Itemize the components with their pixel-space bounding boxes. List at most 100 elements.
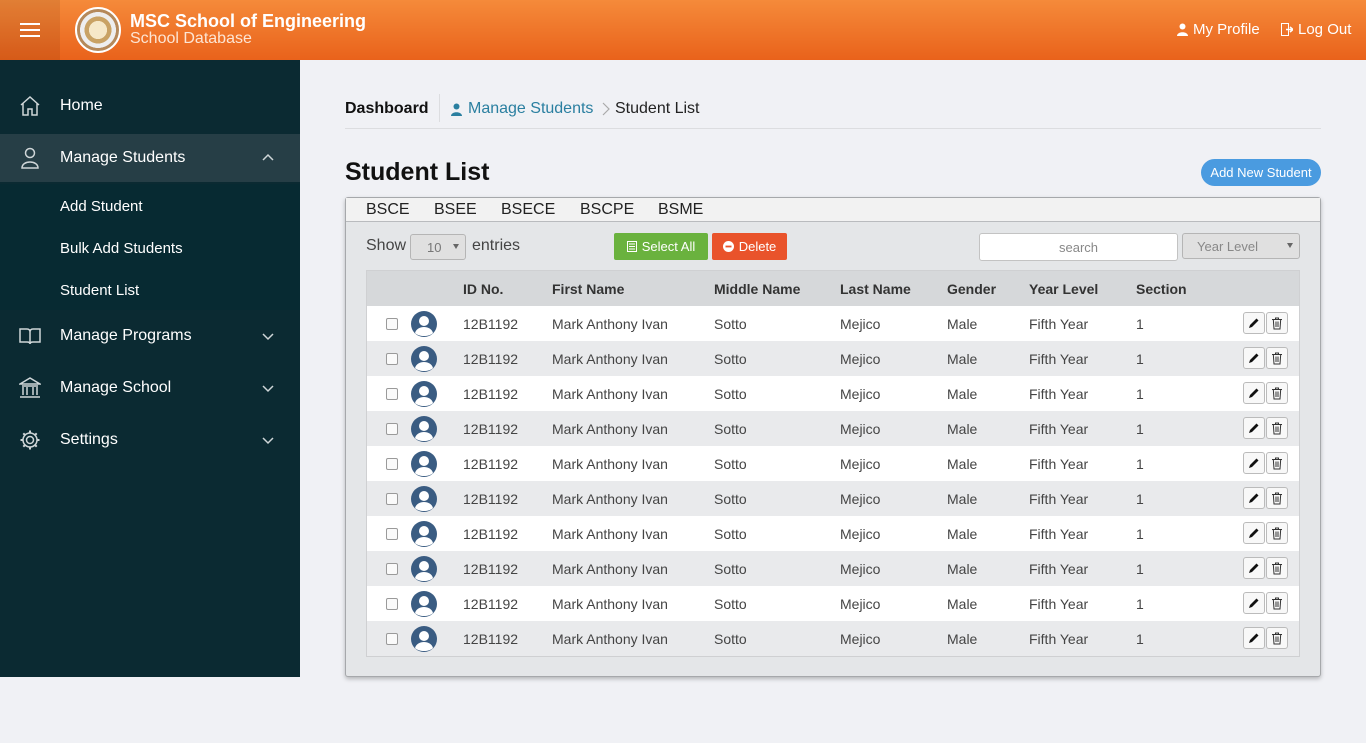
row-checkbox[interactable] — [386, 388, 398, 400]
my-profile-link[interactable]: My Profile — [1177, 21, 1260, 38]
row-checkbox[interactable] — [386, 423, 398, 435]
column-middle-name[interactable]: Middle Name — [714, 281, 800, 297]
delete-row-button[interactable] — [1266, 312, 1288, 334]
trash-icon — [1271, 457, 1283, 470]
avatar-icon — [411, 416, 437, 442]
row-checkbox[interactable] — [386, 598, 398, 610]
sidebar-subitem-add-student[interactable]: Add Student — [60, 198, 143, 215]
pencil-icon — [1248, 317, 1260, 329]
sidebar-item-manage-programs[interactable]: Manage Programs — [0, 312, 300, 360]
cell-gender: Male — [947, 421, 978, 437]
cell-section: 1 — [1136, 456, 1144, 472]
cell-id: 12B1192 — [463, 491, 519, 507]
column-section[interactable]: Section — [1136, 281, 1187, 297]
entries-per-page-select[interactable]: 10 — [410, 234, 466, 260]
cell-year-level: Fifth Year — [1029, 456, 1089, 472]
row-checkbox[interactable] — [386, 493, 398, 505]
sidebar-item-home[interactable]: Home — [0, 82, 300, 130]
column-last-name[interactable]: Last Name — [840, 281, 911, 297]
cell-year-level: Fifth Year — [1029, 316, 1089, 332]
edit-button[interactable] — [1243, 347, 1265, 369]
edit-button[interactable] — [1243, 592, 1265, 614]
delete-row-button[interactable] — [1266, 417, 1288, 439]
table-row: 12B1192 Mark Anthony Ivan Sotto Mejico Male F… — [367, 586, 1299, 621]
hamburger-icon — [20, 23, 40, 37]
cell-gender: Male — [947, 596, 978, 612]
row-checkbox[interactable] — [386, 528, 398, 540]
breadcrumb-dashboard[interactable]: Dashboard — [345, 100, 429, 118]
search-input[interactable] — [979, 233, 1178, 261]
row-checkbox[interactable] — [386, 353, 398, 365]
breadcrumb-manage-students[interactable]: Manage Students — [451, 100, 593, 118]
pencil-icon — [1248, 387, 1260, 399]
show-label: Show — [366, 237, 407, 254]
cell-year-level: Fifth Year — [1029, 631, 1089, 647]
tab-bsme[interactable]: BSME — [658, 201, 703, 219]
user-icon — [451, 103, 462, 116]
delete-row-button[interactable] — [1266, 557, 1288, 579]
logout-link[interactable]: Log Out — [1281, 21, 1351, 38]
cell-section: 1 — [1136, 351, 1144, 367]
edit-button[interactable] — [1243, 627, 1265, 649]
delete-button[interactable]: Delete — [712, 233, 787, 260]
sidebar-item-manage-school[interactable]: Manage School — [0, 364, 300, 412]
row-checkbox[interactable] — [386, 633, 398, 645]
cell-section: 1 — [1136, 631, 1144, 647]
column-year-level[interactable]: Year Level — [1029, 281, 1098, 297]
delete-row-button[interactable] — [1266, 522, 1288, 544]
sidebar-subitem-student-list[interactable]: Student List — [60, 282, 139, 299]
edit-button[interactable] — [1243, 522, 1265, 544]
edit-button[interactable] — [1243, 382, 1265, 404]
cell-gender: Male — [947, 631, 978, 647]
trash-icon — [1271, 352, 1283, 365]
delete-row-button[interactable] — [1266, 382, 1288, 404]
column-gender[interactable]: Gender — [947, 281, 996, 297]
tab-bsce[interactable]: BSCE — [366, 201, 410, 219]
entries-value: 10 — [427, 239, 442, 255]
trash-icon — [1271, 492, 1283, 505]
edit-button[interactable] — [1243, 487, 1265, 509]
delete-row-button[interactable] — [1266, 347, 1288, 369]
app-subtitle: School Database — [130, 30, 252, 47]
edit-button[interactable] — [1243, 452, 1265, 474]
tab-bscpe[interactable]: BSCPE — [580, 201, 634, 219]
book-icon — [19, 328, 41, 345]
table-row: 12B1192 Mark Anthony Ivan Sotto Mejico Male F… — [367, 411, 1299, 446]
year-level-select[interactable]: Year Level — [1182, 233, 1300, 259]
row-checkbox[interactable] — [386, 563, 398, 575]
column-first-name[interactable]: First Name — [552, 281, 624, 297]
sidebar-subitem-bulk-add-students[interactable]: Bulk Add Students — [60, 240, 183, 257]
edit-button[interactable] — [1243, 557, 1265, 579]
select-all-button[interactable]: Select All — [614, 233, 708, 260]
cell-gender: Male — [947, 526, 978, 542]
cell-first-name: Mark Anthony Ivan — [552, 526, 668, 542]
row-checkbox[interactable] — [386, 318, 398, 330]
cell-id: 12B1192 — [463, 316, 519, 332]
edit-button[interactable] — [1243, 417, 1265, 439]
delete-row-button[interactable] — [1266, 452, 1288, 474]
delete-row-button[interactable] — [1266, 592, 1288, 614]
column-id[interactable]: ID No. — [463, 281, 503, 297]
user-icon — [1177, 23, 1188, 36]
sidebar-item-settings[interactable]: Settings — [0, 416, 300, 464]
sidebar-item-manage-students[interactable]: Manage Students — [0, 134, 300, 182]
add-new-student-button[interactable]: Add New Student — [1201, 159, 1321, 186]
table-row: 12B1192 Mark Anthony Ivan Sotto Mejico Male F… — [367, 516, 1299, 551]
cell-middle-name: Sotto — [714, 421, 747, 437]
cell-last-name: Mejico — [840, 526, 881, 542]
cell-last-name: Mejico — [840, 421, 881, 437]
program-tabs: BSCE BSEE BSECE BSCPE BSME — [346, 198, 1320, 222]
tab-bsece[interactable]: BSECE — [501, 201, 555, 219]
edit-button[interactable] — [1243, 312, 1265, 334]
cell-gender: Male — [947, 351, 978, 367]
cell-gender: Male — [947, 561, 978, 577]
delete-row-button[interactable] — [1266, 487, 1288, 509]
cell-section: 1 — [1136, 386, 1144, 402]
cell-last-name: Mejico — [840, 351, 881, 367]
delete-row-button[interactable] — [1266, 627, 1288, 649]
cell-middle-name: Sotto — [714, 351, 747, 367]
row-checkbox[interactable] — [386, 458, 398, 470]
hamburger-menu-button[interactable] — [0, 0, 60, 60]
cell-id: 12B1192 — [463, 526, 519, 542]
tab-bsee[interactable]: BSEE — [434, 201, 477, 219]
